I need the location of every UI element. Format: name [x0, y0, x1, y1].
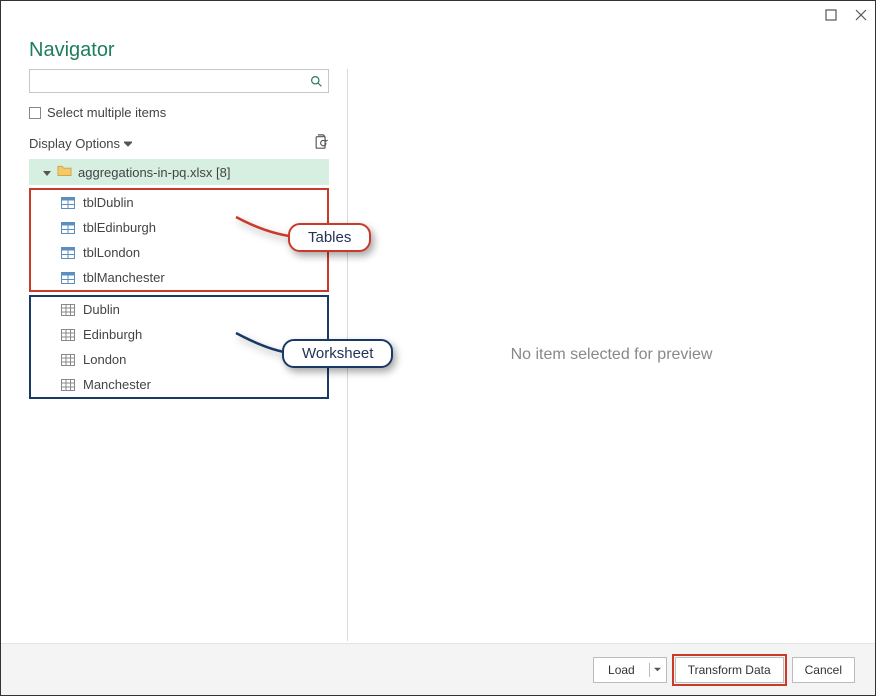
tree-item-label: tblLondon [83, 245, 140, 260]
tree-file-label: aggregations-in-pq.xlsx [8] [78, 165, 230, 180]
table-icon [61, 197, 75, 209]
select-multiple-row[interactable]: Select multiple items [29, 105, 329, 120]
refresh-icon[interactable] [314, 134, 329, 153]
close-icon[interactable] [855, 9, 867, 21]
search-icon[interactable] [304, 70, 328, 92]
table-icon [61, 272, 75, 284]
chevron-down-icon [124, 136, 132, 151]
load-dropdown-caret[interactable] [650, 666, 666, 673]
select-multiple-label: Select multiple items [47, 105, 166, 120]
navigator-tree-pane: Select multiple items Display Options ag… [1, 69, 347, 641]
tree-file-node[interactable]: aggregations-in-pq.xlsx [8] [29, 159, 329, 185]
tree-item-label: tblDublin [83, 195, 134, 210]
cancel-label: Cancel [805, 663, 842, 677]
expand-collapse-icon[interactable] [43, 165, 51, 180]
preview-empty-text: No item selected for preview [511, 346, 713, 364]
transform-data-label: Transform Data [688, 663, 771, 677]
maximize-icon[interactable] [825, 9, 837, 21]
table-icon [61, 222, 75, 234]
folder-icon [57, 164, 72, 180]
tree-item-table[interactable]: tblEdinburgh [31, 215, 327, 240]
load-button[interactable]: Load [593, 657, 667, 683]
display-options-label: Display Options [29, 136, 120, 151]
tree-item-table[interactable]: tblDublin [31, 190, 327, 215]
tree-item-label: Manchester [83, 377, 151, 392]
cancel-button[interactable]: Cancel [792, 657, 855, 683]
dialog-footer: Load Transform Data Cancel [1, 643, 875, 695]
transform-data-button[interactable]: Transform Data [675, 657, 784, 683]
load-button-label: Load [594, 663, 650, 677]
table-icon [61, 247, 75, 259]
search-box[interactable] [29, 69, 329, 93]
tree-item-table[interactable]: tblManchester [31, 265, 327, 290]
worksheets-group-highlight: Dublin Edinburgh London Manchester [29, 295, 329, 399]
search-input[interactable] [30, 70, 304, 92]
tree-item-label: London [83, 352, 126, 367]
tables-group-highlight: tblDublin tblEdinburgh tblLondon tblManc… [29, 188, 329, 292]
tree-item-label: tblEdinburgh [83, 220, 156, 235]
tree-item-worksheet[interactable]: London [31, 347, 327, 372]
display-options-dropdown[interactable]: Display Options [29, 136, 132, 151]
worksheet-icon [61, 379, 75, 391]
preview-pane: No item selected for preview [348, 69, 875, 641]
worksheet-icon [61, 354, 75, 366]
tree-item-table[interactable]: tblLondon [31, 240, 327, 265]
tree-item-label: Edinburgh [83, 327, 142, 342]
tree-item-worksheet[interactable]: Dublin [31, 297, 327, 322]
worksheet-icon [61, 304, 75, 316]
tree-item-label: tblManchester [83, 270, 165, 285]
tree-item-worksheet[interactable]: Edinburgh [31, 322, 327, 347]
select-multiple-checkbox[interactable] [29, 107, 41, 119]
tree-item-worksheet[interactable]: Manchester [31, 372, 327, 397]
worksheet-icon [61, 329, 75, 341]
tree-item-label: Dublin [83, 302, 120, 317]
